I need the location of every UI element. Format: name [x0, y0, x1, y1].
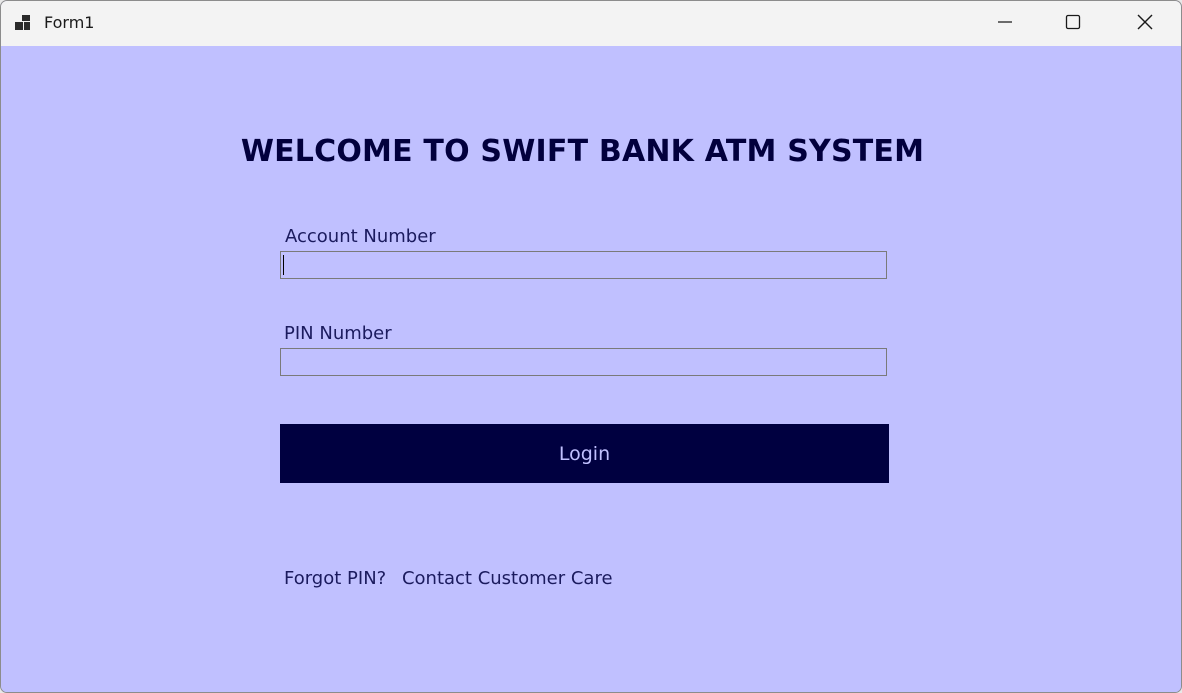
account-number-label: Account Number [285, 226, 436, 247]
minimize-icon [997, 14, 1013, 34]
maximize-button[interactable] [1039, 1, 1107, 46]
text-caret [283, 255, 284, 275]
forgot-pin-row: Forgot PIN? Contact Customer Care [284, 568, 613, 589]
close-icon [1136, 13, 1154, 35]
minimize-button[interactable] [971, 1, 1039, 46]
account-number-input[interactable] [280, 251, 887, 279]
app-icon [14, 14, 34, 34]
app-window: Form1 WELCOME TO SWIFT BANK ATM SYSTEM A… [0, 0, 1182, 693]
page-title: WELCOME TO SWIFT BANK ATM SYSTEM [240, 134, 925, 169]
maximize-icon [1065, 14, 1081, 34]
pin-number-input[interactable] [280, 348, 887, 376]
login-button[interactable]: Login [280, 424, 889, 483]
forgot-pin-label: Forgot PIN? [284, 568, 387, 589]
contact-customer-care-link[interactable]: Contact Customer Care [402, 568, 613, 589]
login-form: WELCOME TO SWIFT BANK ATM SYSTEM Account… [1, 46, 1181, 692]
pin-number-label: PIN Number [284, 323, 392, 344]
title-bar[interactable]: Form1 [1, 1, 1181, 46]
close-button[interactable] [1109, 1, 1181, 46]
window-title: Form1 [44, 13, 95, 32]
